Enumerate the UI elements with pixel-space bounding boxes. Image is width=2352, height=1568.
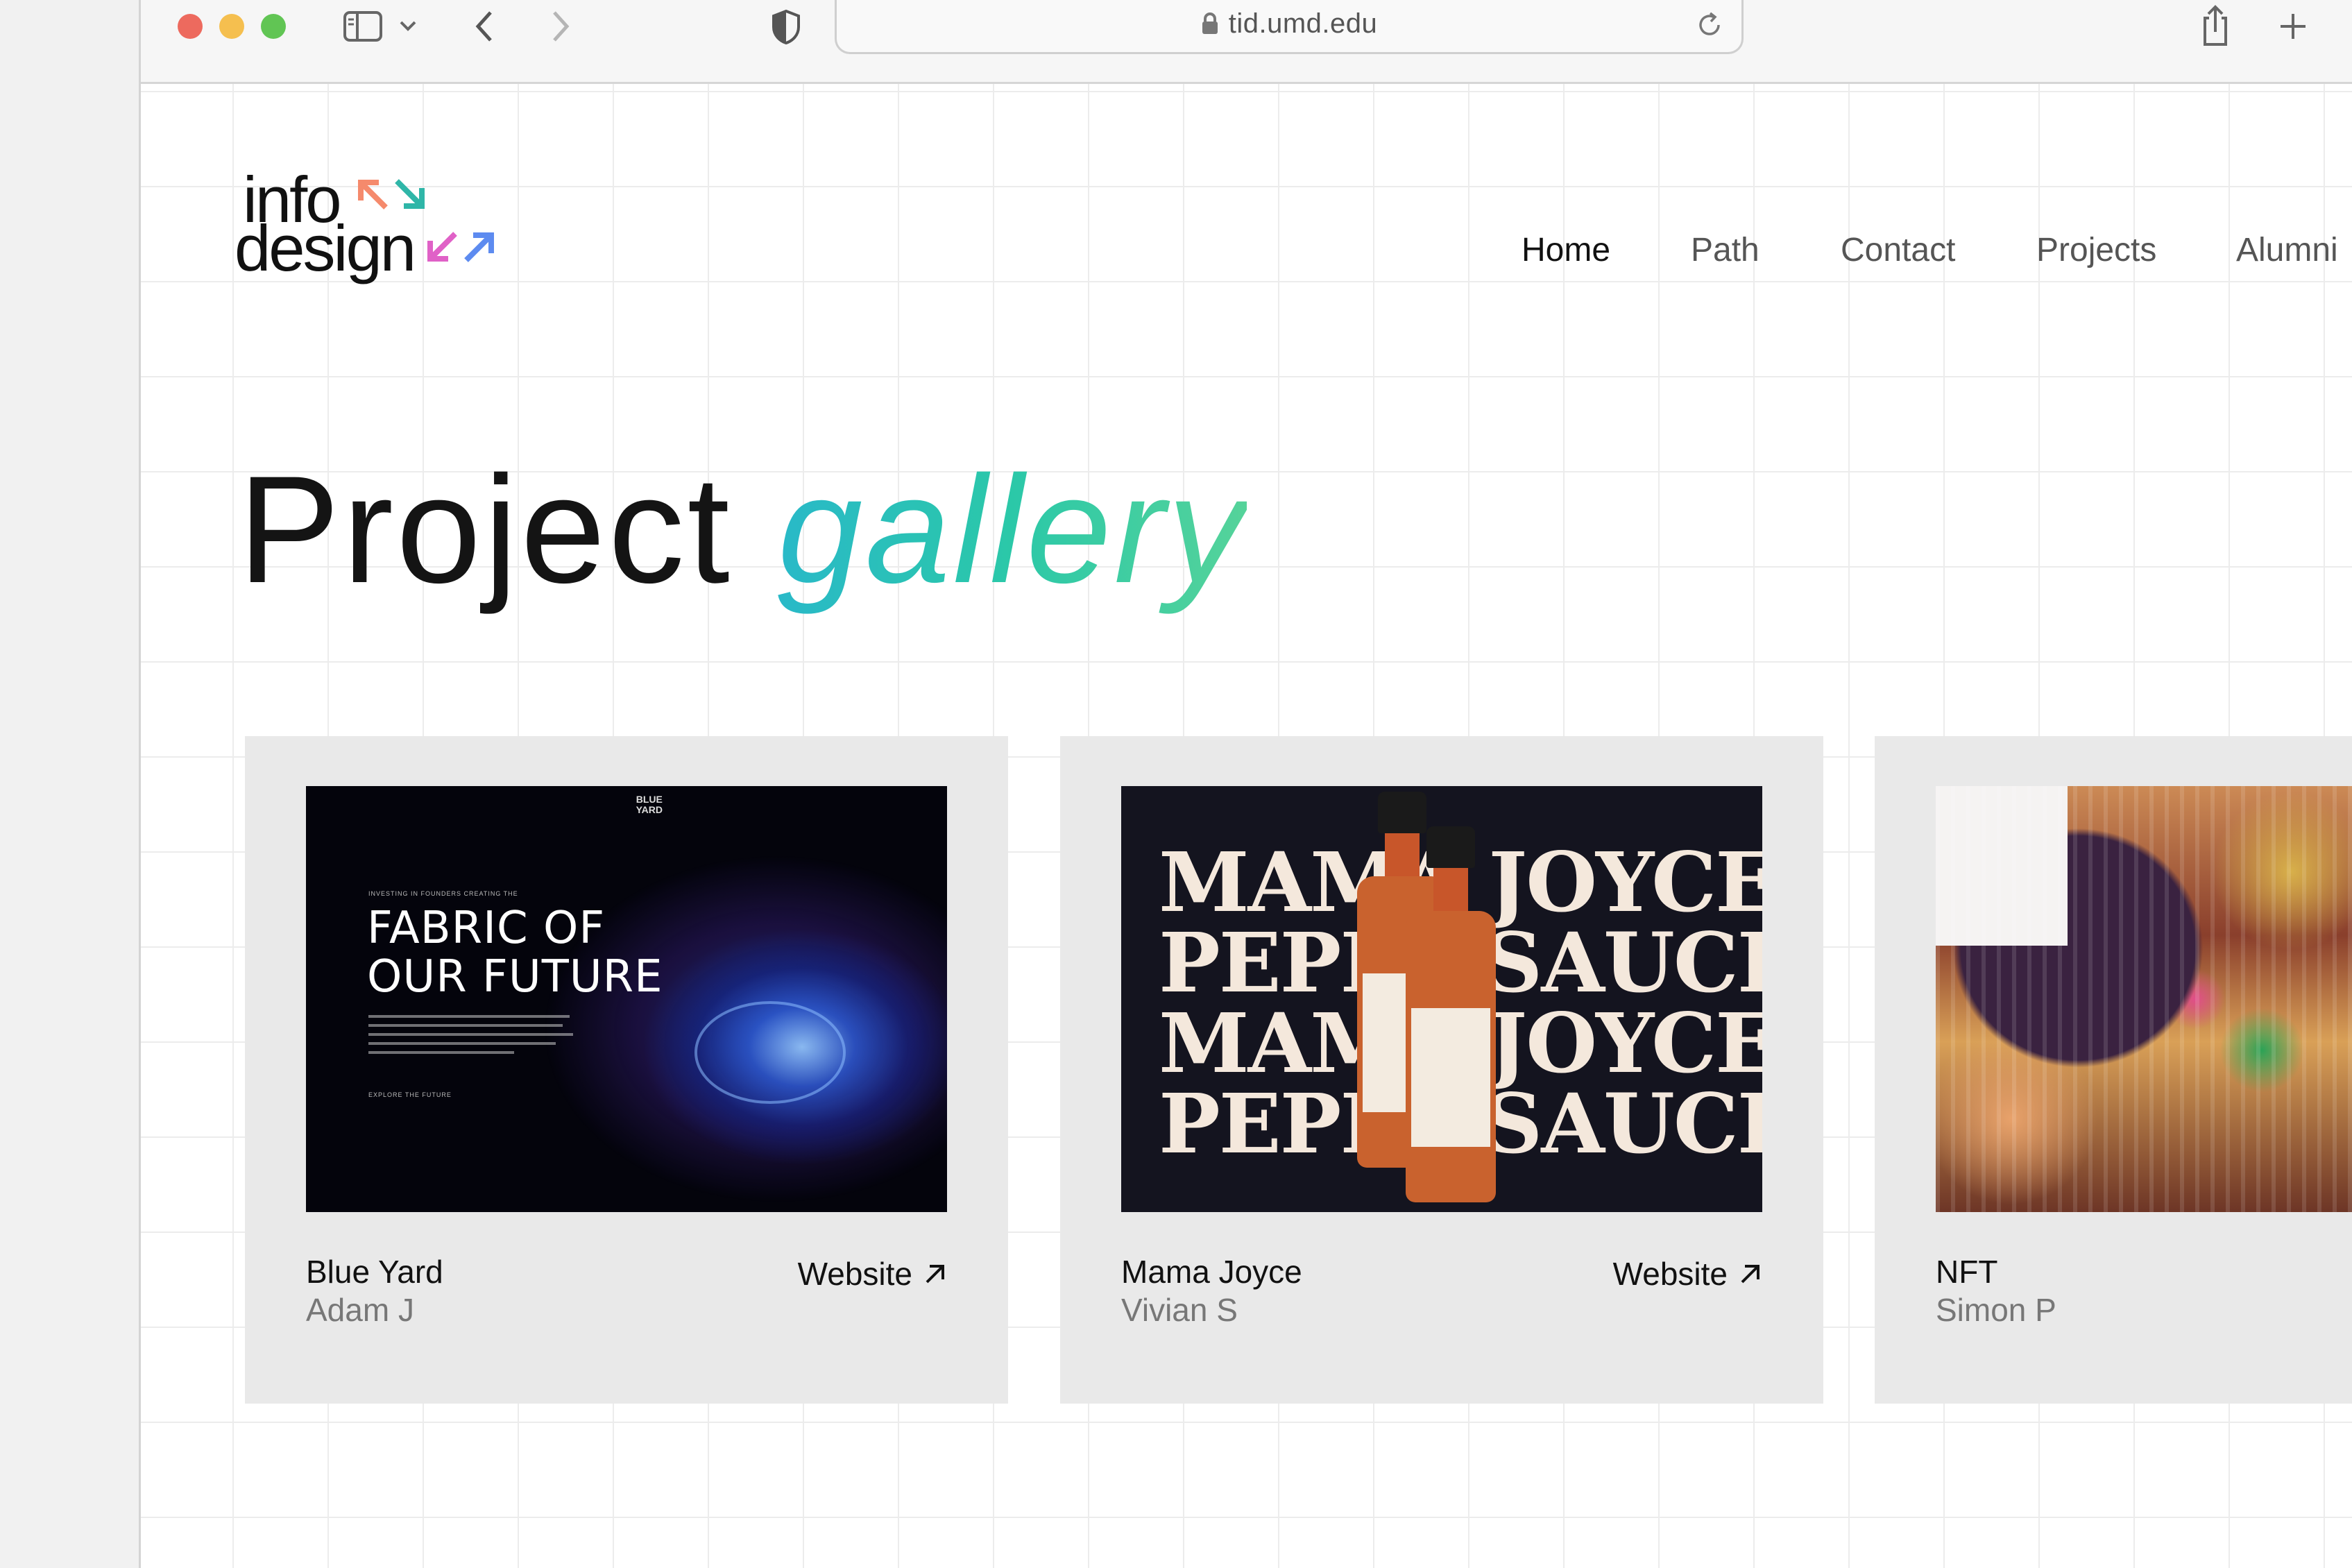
project-author: Simon P — [1936, 1292, 2056, 1328]
project-title: Mama Joyce — [1121, 1254, 1302, 1290]
chevron-down-icon[interactable] — [398, 15, 418, 36]
page-title: Project gallery — [238, 438, 1247, 621]
project-title: Blue Yard — [306, 1254, 443, 1290]
arrow-up-right-icon — [1741, 1265, 1759, 1284]
browser-toolbar: tid.umd.edu — [141, 0, 2352, 84]
nav-path[interactable]: Path — [1691, 231, 1759, 269]
website-link-mama-joyce[interactable]: Website — [1613, 1255, 1762, 1293]
url-text: tid.umd.edu — [1228, 8, 1378, 39]
website-link-label: Website — [1612, 1256, 1728, 1292]
page-title-word-gallery: gallery — [777, 444, 1247, 615]
project-thumbnail-mama-joyce[interactable]: MAMA JOYCE PEPPA SAUCE MAMA JOYCE PEPPA … — [1121, 786, 1762, 1212]
galaxy-ring — [694, 1001, 846, 1104]
browser-window: tid.umd.edu info design Home Path Contac… — [139, 0, 2352, 1568]
blue-yard-kicker: INVESTING IN FOUNDERS CREATING THE — [368, 890, 518, 897]
share-icon[interactable] — [2198, 3, 2233, 49]
maximize-window-button[interactable] — [261, 14, 286, 39]
lock-icon — [1201, 11, 1219, 42]
website-link-label: Website — [797, 1256, 912, 1292]
forward-arrow-icon[interactable] — [547, 7, 574, 46]
back-arrow-icon[interactable] — [470, 7, 498, 46]
sidebar-toggle-icon[interactable] — [342, 8, 384, 44]
project-card-nft[interactable]: NFT Simon P — [1875, 736, 2352, 1404]
reload-icon[interactable] — [1694, 10, 1725, 40]
nav-contact[interactable]: Contact — [1841, 231, 1955, 269]
blue-yard-cta: EXPLORE THE FUTURE — [368, 1091, 452, 1098]
sauce-bottle-right — [1406, 821, 1496, 1209]
blue-yard-brand: BLUE YARD — [636, 794, 663, 815]
blue-yard-headline: FABRIC OF OUR FUTURE — [367, 903, 663, 1003]
privacy-shield-icon[interactable] — [769, 8, 803, 46]
logo-arrows-bottom-icon — [427, 232, 494, 262]
arrow-up-right-icon — [926, 1265, 944, 1284]
project-title: NFT — [1936, 1254, 1998, 1290]
page-title-word-project: Project — [238, 444, 733, 615]
address-bar[interactable]: tid.umd.edu — [835, 0, 1744, 54]
project-thumbnail-blue-yard[interactable]: BLUE YARD INVESTING IN FOUNDERS CREATING… — [306, 786, 947, 1212]
nav-alumni[interactable]: Alumni — [2236, 231, 2338, 269]
project-card-mama-joyce[interactable]: MAMA JOYCE PEPPA SAUCE MAMA JOYCE PEPPA … — [1060, 736, 1823, 1404]
project-author: Adam J — [306, 1292, 414, 1328]
logo-arrows-top-icon — [358, 179, 425, 210]
minimize-window-button[interactable] — [219, 14, 244, 39]
project-thumbnail-nft[interactable] — [1936, 786, 2352, 1212]
address-bar-url: tid.umd.edu — [837, 8, 1741, 42]
nft-glitch-stripes — [1936, 786, 2352, 1212]
web-page: info design Home Path Contact Projects A… — [141, 84, 2352, 1568]
nav-projects[interactable]: Projects — [2036, 231, 2156, 269]
project-author: Vivian S — [1121, 1292, 1238, 1328]
infodesign-logo[interactable]: info design — [235, 167, 512, 285]
project-card-blue-yard[interactable]: BLUE YARD INVESTING IN FOUNDERS CREATING… — [245, 736, 1008, 1404]
close-window-button[interactable] — [178, 14, 203, 39]
nav-home[interactable]: Home — [1522, 231, 1610, 269]
website-link-blue-yard[interactable]: Website — [798, 1255, 947, 1293]
logo-line-design: design — [235, 212, 416, 284]
new-tab-plus-icon[interactable] — [2276, 10, 2310, 43]
blue-yard-body-copy — [368, 1015, 577, 1057]
